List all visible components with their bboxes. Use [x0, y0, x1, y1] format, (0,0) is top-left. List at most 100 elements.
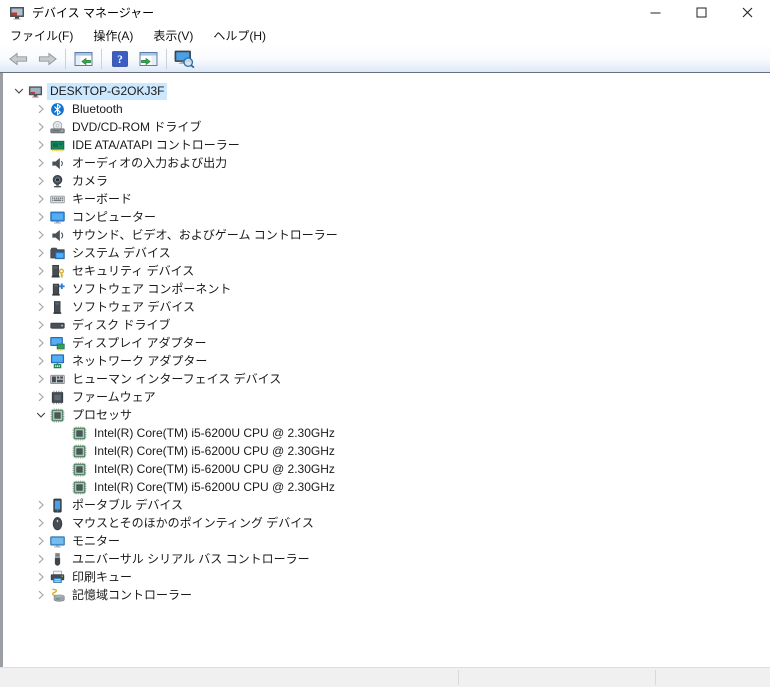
chevron-right-icon[interactable]	[33, 191, 49, 207]
tree-item[interactable]: システム デバイス	[3, 244, 770, 262]
chevron-right-icon[interactable]	[33, 317, 49, 333]
tree-item-label[interactable]: Bluetooth	[69, 101, 126, 118]
tree-item-label[interactable]: DESKTOP-G2OKJ3F	[47, 82, 168, 100]
tree-item-label[interactable]: コンピューター	[69, 209, 159, 226]
chevron-right-icon[interactable]	[33, 353, 49, 369]
tree-item-label[interactable]: DVD/CD-ROM ドライブ	[69, 119, 204, 136]
tree-item-label[interactable]: Intel(R) Core(TM) i5-6200U CPU @ 2.30GHz	[91, 479, 338, 496]
tree-item-label[interactable]: ディスプレイ アダプター	[69, 335, 210, 352]
tree-item-label[interactable]: プロセッサ	[69, 407, 135, 424]
tree-item[interactable]: Intel(R) Core(TM) i5-6200U CPU @ 2.30GHz	[3, 460, 770, 478]
tree-item-label[interactable]: Intel(R) Core(TM) i5-6200U CPU @ 2.30GHz	[91, 443, 338, 460]
tree-item-label[interactable]: ソフトウェア コンポーネント	[69, 281, 234, 298]
tree-item-label[interactable]: キーボード	[69, 191, 135, 208]
tree-item[interactable]: モニター	[3, 532, 770, 550]
chevron-right-icon[interactable]	[33, 119, 49, 135]
tree-item[interactable]: ソフトウェア コンポーネント	[3, 280, 770, 298]
chevron-right-icon[interactable]	[33, 299, 49, 315]
tree-item[interactable]: セキュリティ デバイス	[3, 262, 770, 280]
tree-item[interactable]: コンピューター	[3, 208, 770, 226]
tree-item[interactable]: オーディオの入力および出力	[3, 154, 770, 172]
tree-item[interactable]: ディスク ドライブ	[3, 316, 770, 334]
tree-item[interactable]: キーボード	[3, 190, 770, 208]
tree-item-label[interactable]: Intel(R) Core(TM) i5-6200U CPU @ 2.30GHz	[91, 425, 338, 442]
chevron-right-icon[interactable]	[33, 551, 49, 567]
tree-item-label[interactable]: セキュリティ デバイス	[69, 263, 197, 280]
tree-item[interactable]: Intel(R) Core(TM) i5-6200U CPU @ 2.30GHz	[3, 478, 770, 496]
tree-item-label[interactable]: IDE ATA/ATAPI コントローラー	[69, 137, 243, 154]
chevron-right-icon[interactable]	[33, 389, 49, 405]
tree-item[interactable]: ディスプレイ アダプター	[3, 334, 770, 352]
chevron-right-icon[interactable]	[33, 209, 49, 225]
tree-item-label[interactable]: オーディオの入力および出力	[69, 155, 230, 172]
chevron-right-icon[interactable]	[33, 515, 49, 531]
tree-item-label[interactable]: ネットワーク アダプター	[69, 353, 210, 370]
forward-button[interactable]	[33, 47, 62, 72]
show-action-pane-button[interactable]	[134, 47, 163, 72]
tree-item[interactable]: プロセッサ	[3, 406, 770, 424]
scan-hardware-changes-button[interactable]	[170, 47, 199, 72]
show-console-tree-button[interactable]	[69, 47, 98, 72]
chevron-right-icon[interactable]	[33, 263, 49, 279]
tree-item-label[interactable]: マウスとそのほかのポインティング デバイス	[69, 515, 317, 532]
tree-item-label[interactable]: ファームウェア	[69, 389, 159, 406]
tree-item-label[interactable]: ユニバーサル シリアル バス コントローラー	[69, 551, 313, 568]
tree-item-label[interactable]: ポータブル デバイス	[69, 497, 186, 514]
close-button[interactable]	[724, 0, 770, 25]
tree-item-label[interactable]: ヒューマン インターフェイス デバイス	[69, 371, 284, 388]
tree-item[interactable]: ファームウェア	[3, 388, 770, 406]
tree-item[interactable]: Bluetooth	[3, 100, 770, 118]
menu-action[interactable]: 操作(A)	[83, 25, 143, 46]
tree-item[interactable]: Intel(R) Core(TM) i5-6200U CPU @ 2.30GHz	[3, 424, 770, 442]
ide-controller-icon	[49, 137, 65, 153]
chevron-right-icon[interactable]	[33, 155, 49, 171]
tree-item[interactable]: DVD/CD-ROM ドライブ	[3, 118, 770, 136]
tree-item-label[interactable]: ディスク ドライブ	[69, 317, 174, 334]
tree-item-label[interactable]: 記憶域コントローラー	[69, 587, 195, 604]
chevron-right-icon[interactable]	[33, 227, 49, 243]
tree-item[interactable]: ユニバーサル シリアル バス コントローラー	[3, 550, 770, 568]
tree-item[interactable]: DESKTOP-G2OKJ3F	[3, 82, 770, 100]
tree-item-label[interactable]: システム デバイス	[69, 245, 174, 262]
portable-device-icon	[49, 497, 65, 513]
menu-help[interactable]: ヘルプ(H)	[203, 25, 276, 46]
chevron-right-icon[interactable]	[33, 173, 49, 189]
chevron-right-icon[interactable]	[33, 101, 49, 117]
tree-item[interactable]: カメラ	[3, 172, 770, 190]
chevron-right-icon[interactable]	[33, 587, 49, 603]
tree-item[interactable]: ソフトウェア デバイス	[3, 298, 770, 316]
tree-item[interactable]: ネットワーク アダプター	[3, 352, 770, 370]
help-button[interactable]: ?	[105, 47, 134, 72]
tree-item[interactable]: ポータブル デバイス	[3, 496, 770, 514]
tree-item[interactable]: Intel(R) Core(TM) i5-6200U CPU @ 2.30GHz	[3, 442, 770, 460]
minimize-button[interactable]	[632, 0, 678, 25]
tree-item-label[interactable]: カメラ	[69, 173, 111, 190]
tree-item-label[interactable]: ソフトウェア デバイス	[69, 299, 198, 316]
chevron-right-icon[interactable]	[33, 371, 49, 387]
chevron-down-icon[interactable]	[33, 407, 49, 423]
tree-item[interactable]: 記憶域コントローラー	[3, 586, 770, 604]
chevron-right-icon[interactable]	[33, 497, 49, 513]
menu-file[interactable]: ファイル(F)	[0, 25, 83, 46]
scan-hardware-icon	[174, 50, 195, 68]
chevron-right-icon[interactable]	[33, 245, 49, 261]
tree-item-label[interactable]: モニター	[69, 533, 123, 550]
tree-item[interactable]: サウンド、ビデオ、およびゲーム コントローラー	[3, 226, 770, 244]
tree-item[interactable]: IDE ATA/ATAPI コントローラー	[3, 136, 770, 154]
tree-item[interactable]: 印刷キュー	[3, 568, 770, 586]
chevron-right-icon[interactable]	[33, 281, 49, 297]
menu-view[interactable]: 表示(V)	[143, 25, 203, 46]
chevron-right-icon[interactable]	[33, 137, 49, 153]
chevron-down-icon[interactable]	[11, 83, 27, 99]
tree-item[interactable]: ヒューマン インターフェイス デバイス	[3, 370, 770, 388]
maximize-button[interactable]	[678, 0, 724, 25]
chevron-right-icon[interactable]	[33, 569, 49, 585]
tree-item-label[interactable]: Intel(R) Core(TM) i5-6200U CPU @ 2.30GHz	[91, 461, 338, 478]
chevron-right-icon[interactable]	[33, 533, 49, 549]
chevron-right-icon[interactable]	[33, 335, 49, 351]
tree-item[interactable]: マウスとそのほかのポインティング デバイス	[3, 514, 770, 532]
tree-item-label[interactable]: サウンド、ビデオ、およびゲーム コントローラー	[69, 227, 341, 244]
back-button[interactable]	[4, 47, 33, 72]
tree-item-label[interactable]: 印刷キュー	[69, 569, 135, 586]
